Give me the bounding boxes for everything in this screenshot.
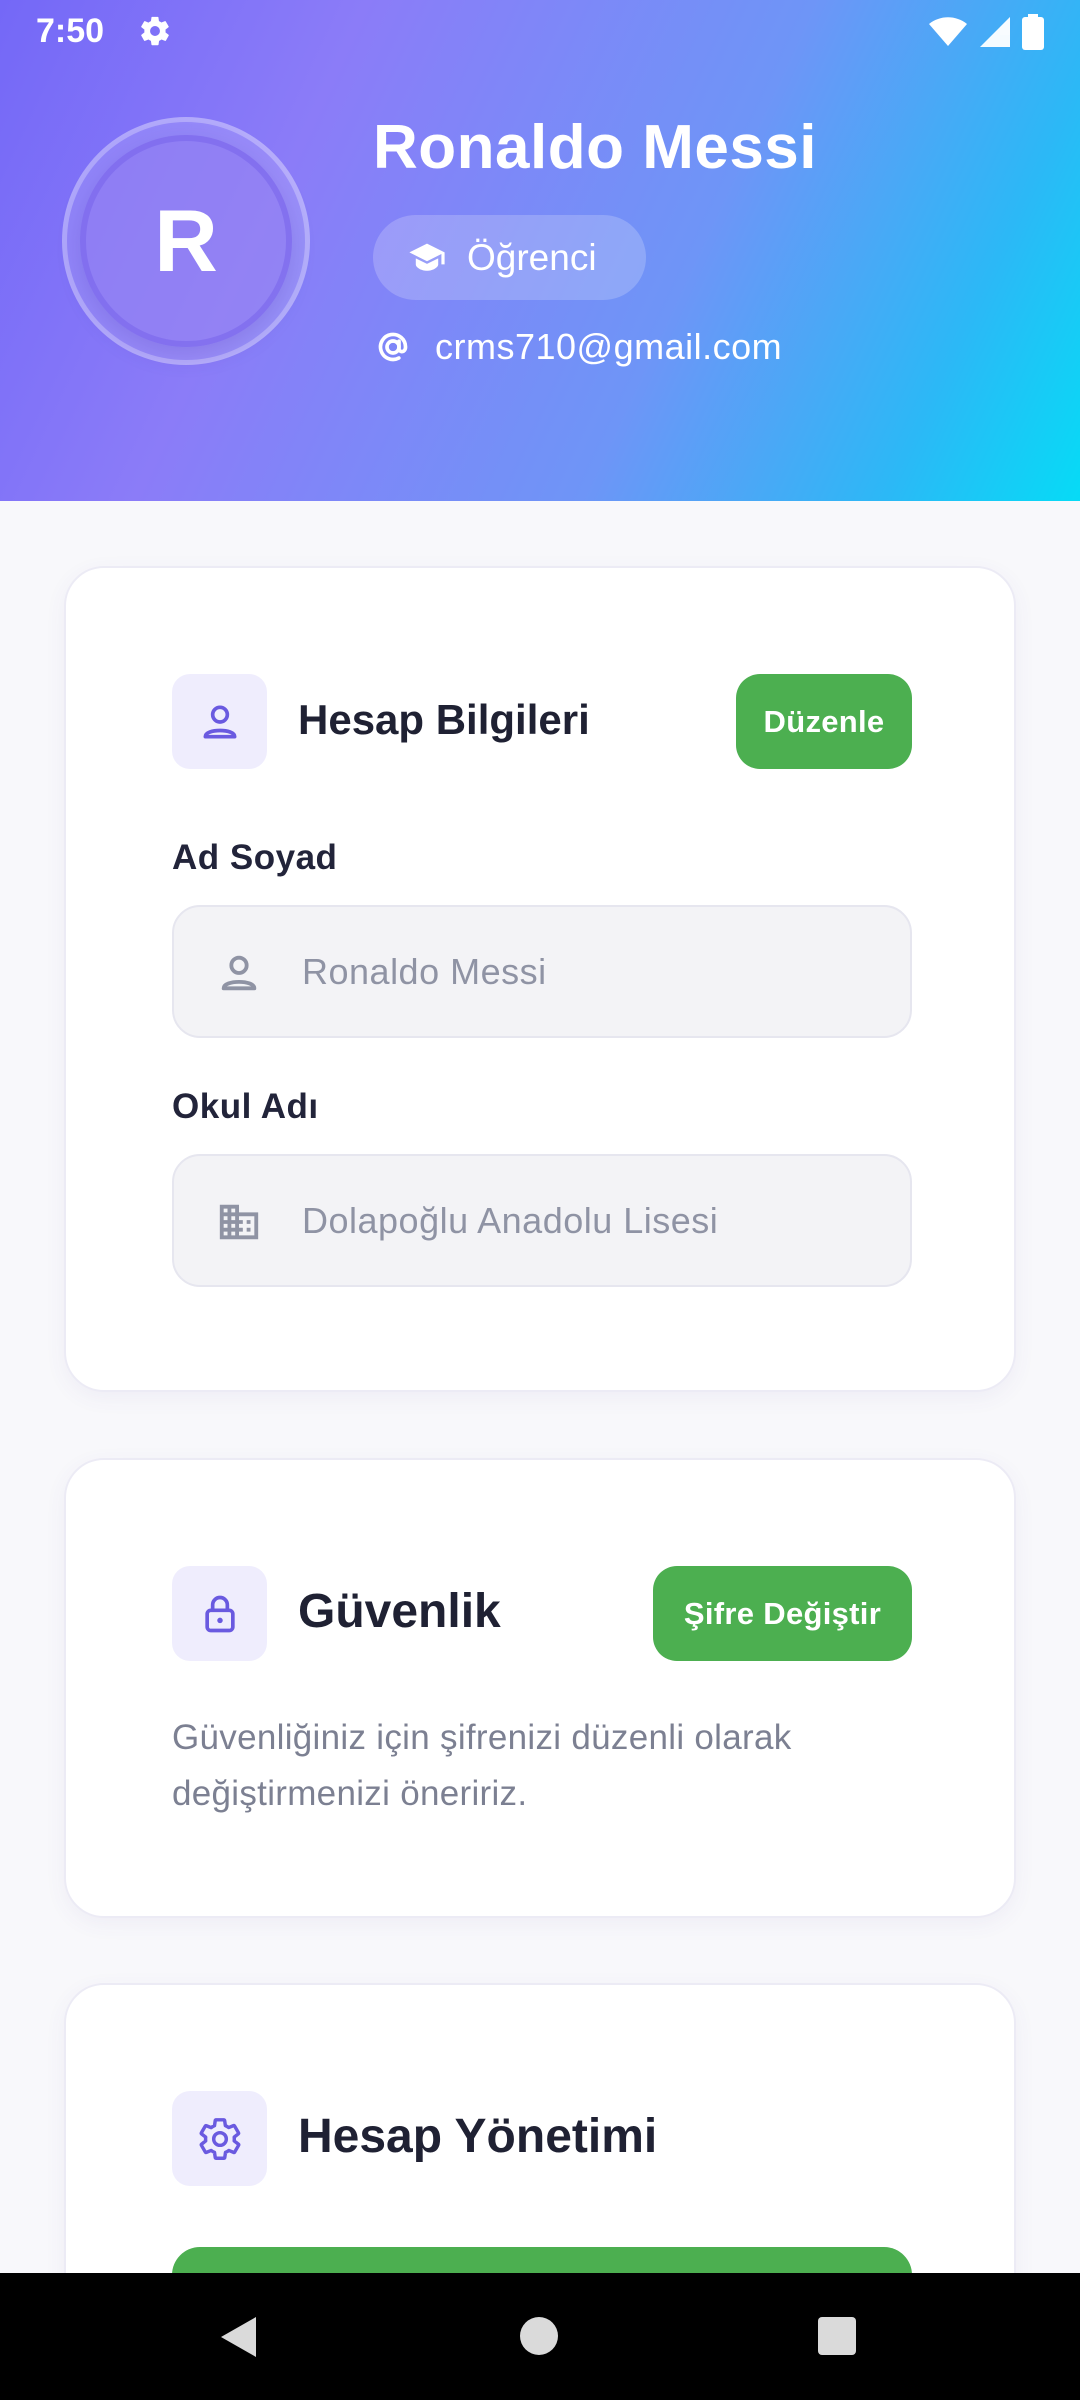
wifi-icon [929, 17, 967, 46]
home-circle-icon[interactable] [520, 2317, 558, 2355]
school-name-field[interactable]: Dolapoğlu Anadolu Lisesi [172, 1154, 912, 1287]
lock-icon [204, 1595, 235, 1632]
security-description: Güvenliğiniz için şifrenizi düzenli olar… [172, 1718, 792, 1813]
battery-icon [1022, 14, 1044, 50]
status-time: 7:50 [36, 12, 105, 50]
edit-button[interactable]: Düzenle [736, 674, 912, 769]
status-bar: 7:50 [0, 0, 1080, 66]
card-icon-box [172, 1566, 267, 1661]
avatar[interactable]: R [80, 135, 292, 347]
account-management-title: Hesap Yönetimi [298, 2110, 658, 2163]
person-icon [203, 705, 236, 738]
gear-icon [141, 16, 169, 46]
security-title: Güvenlik [298, 1585, 501, 1638]
recents-square-icon[interactable] [818, 2317, 856, 2355]
card-icon-box [172, 2091, 267, 2186]
profile-name: Ronaldo Messi [373, 113, 818, 182]
field-label-full-name: Ad Soyad [172, 838, 338, 877]
building-icon [219, 1204, 259, 1240]
signal-icon [980, 17, 1010, 47]
change-password-button[interactable]: Şifre Değiştir [653, 1566, 912, 1661]
gear-icon [199, 2117, 240, 2160]
graduation-cap-icon [409, 243, 445, 271]
profile-screen: 7:50 R Ronaldo Messi Öğrenci crms710@gma… [0, 0, 1080, 2400]
status-icons [928, 12, 1044, 52]
account-info-card: Hesap Bilgileri Düzenle Ad Soyad Ronaldo… [64, 566, 1016, 1392]
email-row: crms710@gmail.com [373, 326, 782, 368]
full-name-field[interactable]: Ronaldo Messi [172, 905, 912, 1038]
role-badge: Öğrenci [373, 215, 646, 300]
account-info-title: Hesap Bilgileri [298, 696, 590, 743]
person-icon [221, 955, 257, 991]
back-triangle-icon[interactable] [218, 2315, 258, 2359]
system-nav-bar [0, 2273, 1080, 2400]
role-label: Öğrenci [467, 236, 597, 278]
card-icon-box [172, 674, 267, 769]
full-name-value: Ronaldo Messi [302, 951, 547, 992]
at-icon [378, 332, 408, 362]
security-card: Güvenlik Şifre Değiştir Güvenliğiniz içi… [64, 1458, 1016, 1918]
profile-header: 7:50 R Ronaldo Messi Öğrenci crms710@gma… [0, 0, 1080, 501]
school-name-value: Dolapoğlu Anadolu Lisesi [302, 1200, 719, 1241]
email-text: crms710@gmail.com [435, 326, 783, 367]
field-label-school-name: Okul Adı [172, 1087, 319, 1126]
